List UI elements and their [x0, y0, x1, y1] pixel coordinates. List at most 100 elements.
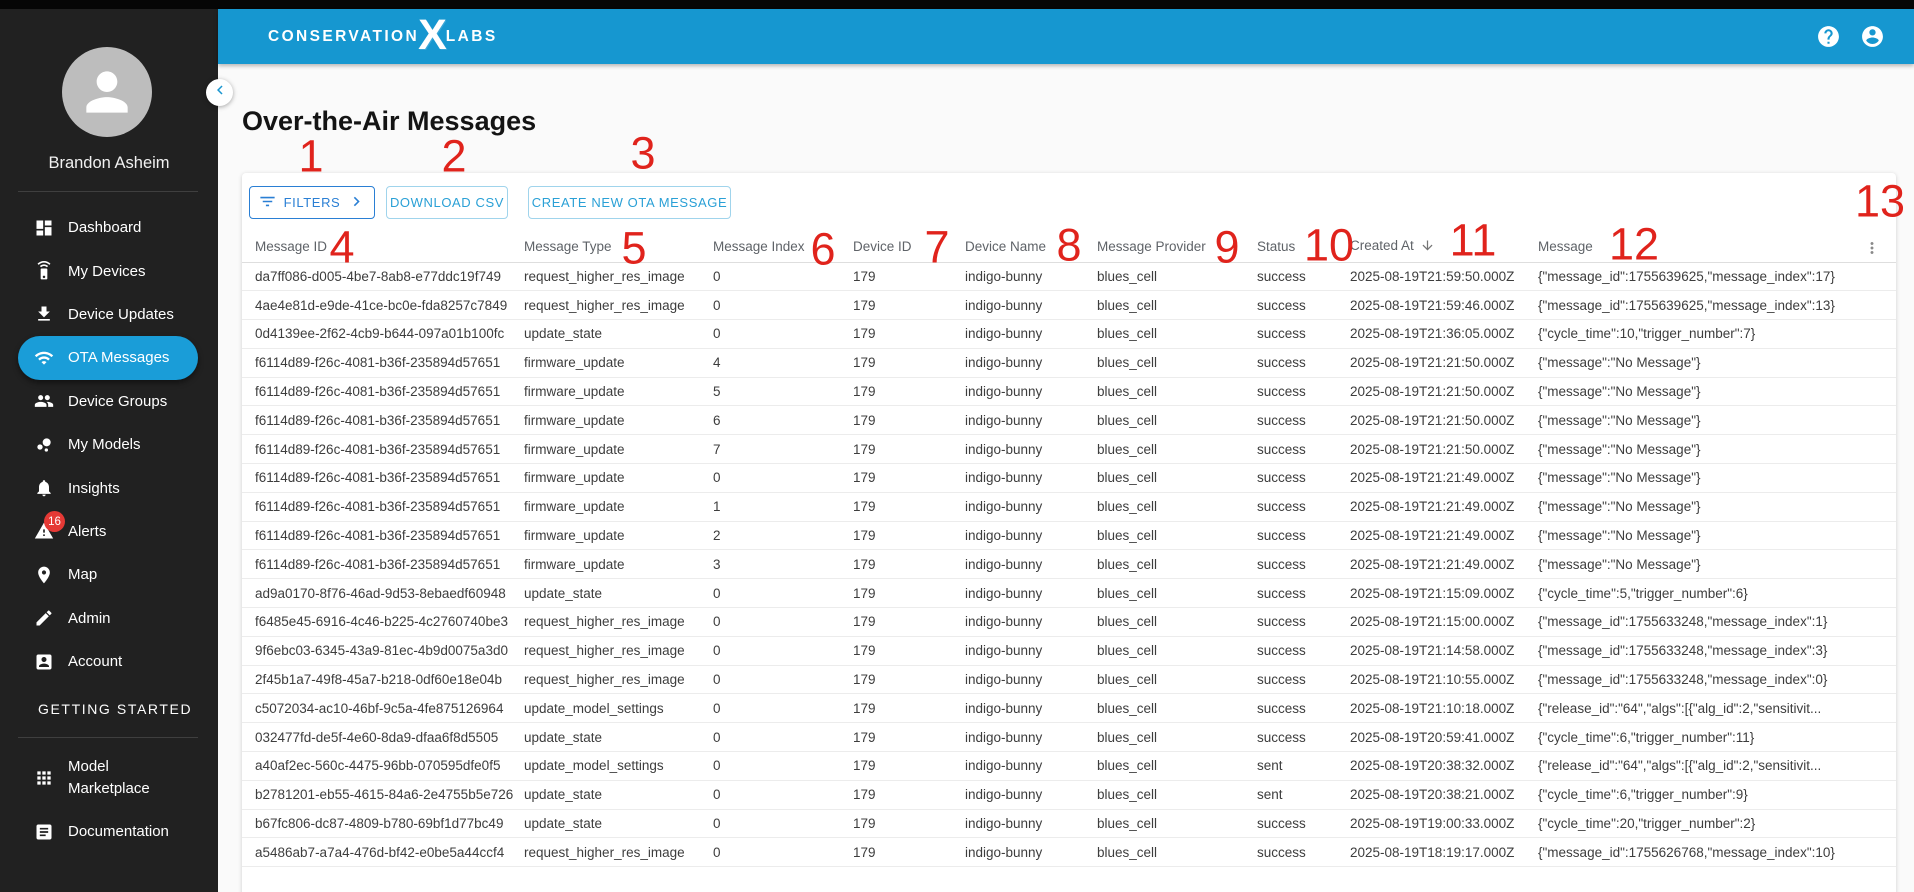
sidebar-item-label: Dashboard [68, 219, 142, 237]
table-cell: 2025-08-19T21:21:50.000Z [1350, 434, 1538, 465]
dashboard-icon [34, 218, 54, 238]
table-cell: {"message":"No Message"} [1538, 492, 1896, 522]
table-cell: ad9a0170-8f76-46ad-9d53-8ebaedf60948 [242, 578, 524, 609]
table-row[interactable]: f6114d89-f26c-4081-b36f-235894d57651 firm… [242, 405, 1896, 436]
column-header-created-at[interactable]: Created At [1350, 232, 1538, 263]
table-row[interactable]: a40af2ec-560c-4475-96bb-070595dfe0f5 upda… [242, 751, 1896, 781]
column-header-message-id[interactable]: Message ID [242, 232, 524, 263]
table-cell: success [1257, 521, 1350, 551]
table-cell: indigo-bunny [965, 377, 1097, 407]
help-icon [1818, 26, 1839, 47]
table-row[interactable]: f6114d89-f26c-4081-b36f-235894d57651 firm… [242, 377, 1896, 407]
sidebar-item-label: My Devices [68, 262, 146, 280]
table-cell: 4ae4e81d-e9de-41ce-bc0e-fda8257c7849 [242, 290, 524, 321]
table-row[interactable]: ad9a0170-8f76-46ad-9d53-8ebaedf60948 upda… [242, 578, 1896, 609]
column-header-message[interactable]: Message [1538, 232, 1896, 263]
column-header-device-name[interactable]: Device Name [965, 232, 1097, 263]
table-row[interactable]: 0d4139ee-2f62-4cb9-b644-097a01b100fc upda… [242, 319, 1896, 349]
table-cell: 2025-08-19T21:21:50.000Z [1350, 405, 1538, 436]
table-row[interactable]: da7ff086-d005-4be7-8ab8-e77ddc19f749 requ… [242, 262, 1896, 292]
table-cell: 179 [853, 636, 965, 666]
table-cell: 0 [713, 780, 853, 810]
account-box-icon [34, 652, 54, 672]
sidebar-item-dashboard[interactable]: Dashboard [0, 206, 218, 249]
sidebar-item-device-updates[interactable]: Device Updates [0, 293, 218, 336]
table-cell: firmware_update [524, 521, 713, 551]
table-row[interactable]: 9f6ebc03-6345-43a9-81ec-4b9d0075a3d0 requ… [242, 636, 1896, 666]
table-row[interactable]: f6114d89-f26c-4081-b36f-235894d57651 firm… [242, 463, 1896, 493]
table-cell: update_state [524, 319, 713, 349]
account-menu-button[interactable] [1860, 24, 1885, 49]
table-row[interactable]: a5486ab7-a7a4-476d-bf42-e0be5a44ccf4 requ… [242, 837, 1896, 868]
table-cell: f6114d89-f26c-4081-b36f-235894d57651 [242, 521, 524, 551]
download-csv-button[interactable]: DOWNLOAD CSV [386, 186, 508, 219]
table-row[interactable]: c5072034-ac10-46bf-9c5a-4fe875126964 upda… [242, 693, 1896, 724]
table-cell: c5072034-ac10-46bf-9c5a-4fe875126964 [242, 693, 524, 724]
help-button[interactable] [1816, 24, 1841, 49]
getting-started-nav: Model Marketplace Documentation [0, 749, 218, 857]
table-cell: blues_cell [1097, 348, 1257, 378]
filters-button[interactable]: FILTERS [249, 186, 375, 219]
create-ota-message-button[interactable]: CREATE NEW OTA MESSAGE [528, 186, 731, 219]
table-row[interactable]: f6114d89-f26c-4081-b36f-235894d57651 firm… [242, 492, 1896, 522]
table-row[interactable]: b67fc806-dc87-4809-b780-69bf1d77bc49 upda… [242, 809, 1896, 839]
sidebar-item-ota-messages[interactable]: OTA Messages [18, 336, 198, 380]
table-cell: 0 [713, 837, 853, 868]
pin-icon [34, 565, 54, 585]
sidebar-item-alerts[interactable]: 16 Alerts [0, 510, 218, 553]
table-cell: {"message_id":1755633248,"message_index"… [1538, 665, 1896, 695]
wifi-icon [34, 348, 54, 368]
table-cell: success [1257, 722, 1350, 753]
table-cell: update_state [524, 809, 713, 839]
sidebar-divider [18, 191, 198, 192]
table-cell: 179 [853, 549, 965, 580]
table-row[interactable]: b2781201-eb55-4615-84a6-2e4755b5e726 upda… [242, 780, 1896, 810]
table-row[interactable]: f6114d89-f26c-4081-b36f-235894d57651 firm… [242, 348, 1896, 378]
table-row[interactable]: f6114d89-f26c-4081-b36f-235894d57651 firm… [242, 521, 1896, 551]
table-row[interactable]: 4ae4e81d-e9de-41ce-bc0e-fda8257c7849 requ… [242, 290, 1896, 321]
table-cell: blues_cell [1097, 521, 1257, 551]
table-cell: 179 [853, 348, 965, 378]
sidebar-item-model-marketplace[interactable]: Model Marketplace [0, 749, 218, 807]
sidebar-item-insights[interactable]: Insights [0, 466, 218, 509]
table-cell: blues_cell [1097, 434, 1257, 465]
sidebar-item-device-groups[interactable]: Device Groups [0, 380, 218, 423]
table-row[interactable]: f6114d89-f26c-4081-b36f-235894d57651 firm… [242, 434, 1896, 465]
table-cell: indigo-bunny [965, 319, 1097, 349]
table-cell: 7 [713, 434, 853, 465]
column-header-message-index[interactable]: Message Index [713, 232, 853, 263]
column-header-message-type[interactable]: Message Type [524, 232, 713, 263]
table-cell: blues_cell [1097, 549, 1257, 580]
table-cell: a5486ab7-a7a4-476d-bf42-e0be5a44ccf4 [242, 837, 524, 868]
table-cell: 2025-08-19T21:21:49.000Z [1350, 549, 1538, 580]
table-row[interactable]: f6114d89-f26c-4081-b36f-235894d57651 firm… [242, 549, 1896, 580]
table-row[interactable]: 2f45b1a7-49f8-45a7-b218-0df60e18e04b requ… [242, 665, 1896, 695]
table-cell: blues_cell [1097, 722, 1257, 753]
table-cell: a40af2ec-560c-4475-96bb-070595dfe0f5 [242, 751, 524, 781]
top-black-strip [0, 0, 1914, 9]
column-header-status[interactable]: Status [1257, 232, 1350, 263]
column-header-message-provider[interactable]: Message Provider [1097, 232, 1257, 263]
table-cell: {"message_id":1755626768,"message_index"… [1538, 837, 1896, 868]
column-header-device-id[interactable]: Device ID [853, 232, 965, 263]
sidebar-item-my-models[interactable]: My Models [0, 423, 218, 466]
table-cell: {"cycle_time":6,"trigger_number":9} [1538, 780, 1896, 810]
table-cell: 6 [713, 405, 853, 436]
page-title: Over-the-Air Messages [242, 106, 537, 136]
table-row[interactable]: 032477fd-de5f-4e60-8da9-dfaa6f8d5505 upda… [242, 722, 1896, 753]
table-row[interactable]: f6485e45-6916-4c46-b225-4c2760740be3 requ… [242, 607, 1896, 637]
table-cell: 3 [713, 549, 853, 580]
table-cell: success [1257, 262, 1350, 292]
sidebar-item-admin[interactable]: Admin [0, 597, 218, 640]
table-cell: firmware_update [524, 463, 713, 493]
table-cell: {"message":"No Message"} [1538, 348, 1896, 378]
sidebar-item-account[interactable]: Account [0, 640, 218, 683]
table-cell: indigo-bunny [965, 578, 1097, 609]
sidebar-item-my-devices[interactable]: My Devices [0, 249, 218, 292]
table-cell: {"message_id":1755633248,"message_index"… [1538, 636, 1896, 666]
sidebar-item-map[interactable]: Map [0, 553, 218, 596]
sidebar-item-documentation[interactable]: Documentation [0, 807, 218, 857]
sidebar-collapse-button[interactable] [206, 79, 233, 106]
logo-text-right: LABS [445, 27, 498, 45]
table-cell: update_model_settings [524, 751, 713, 781]
